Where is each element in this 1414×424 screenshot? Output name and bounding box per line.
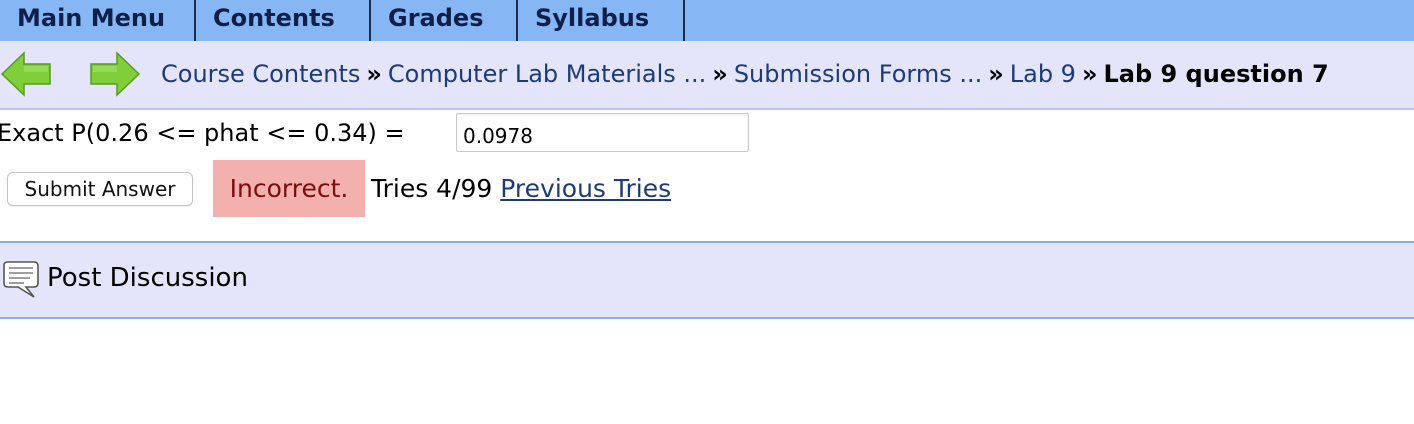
tries-count: Tries 4/99 [371, 174, 493, 203]
breadcrumb-submission-forms[interactable]: Submission Forms ... [734, 60, 982, 88]
left-arrow-icon[interactable] [0, 50, 52, 98]
breadcrumb: Course Contents» Computer Lab Materials .… [161, 41, 1329, 108]
breadcrumb-current: Lab 9 question 7 [1103, 60, 1329, 88]
breadcrumb-computer-lab-materials[interactable]: Computer Lab Materials ... [388, 60, 706, 88]
tab-contents[interactable]: Contents [196, 0, 371, 41]
previous-tries-link[interactable]: Previous Tries [500, 174, 671, 203]
breadcrumb-course-contents[interactable]: Course Contents [161, 60, 360, 88]
tries-info: Tries 4/99 Previous Tries [371, 168, 671, 210]
status-badge: Incorrect. [213, 160, 365, 217]
post-discussion-link[interactable]: Post Discussion [47, 243, 248, 313]
question-prompt: Exact P(0.26 <= phat <= 0.34) = [0, 119, 405, 147]
breadcrumb-separator: » [366, 60, 382, 88]
breadcrumb-bar: Course Contents» Computer Lab Materials .… [0, 41, 1414, 110]
answer-input[interactable] [456, 113, 749, 152]
tab-syllabus[interactable]: Syllabus [518, 0, 685, 41]
submit-answer-button[interactable]: Submit Answer [7, 172, 193, 206]
tab-main-menu[interactable]: Main Menu [0, 0, 196, 41]
breadcrumb-separator: » [712, 60, 728, 88]
speech-bubble-icon [3, 261, 39, 298]
top-nav: Main Menu Contents Grades Syllabus [0, 0, 1414, 41]
discussion-bar: Post Discussion [0, 241, 1414, 319]
breadcrumb-lab-9[interactable]: Lab 9 [1010, 60, 1076, 88]
breadcrumb-separator: » [1081, 60, 1098, 88]
breadcrumb-separator: » [988, 60, 1004, 88]
tab-grades[interactable]: Grades [371, 0, 518, 41]
right-arrow-icon[interactable] [89, 50, 141, 98]
